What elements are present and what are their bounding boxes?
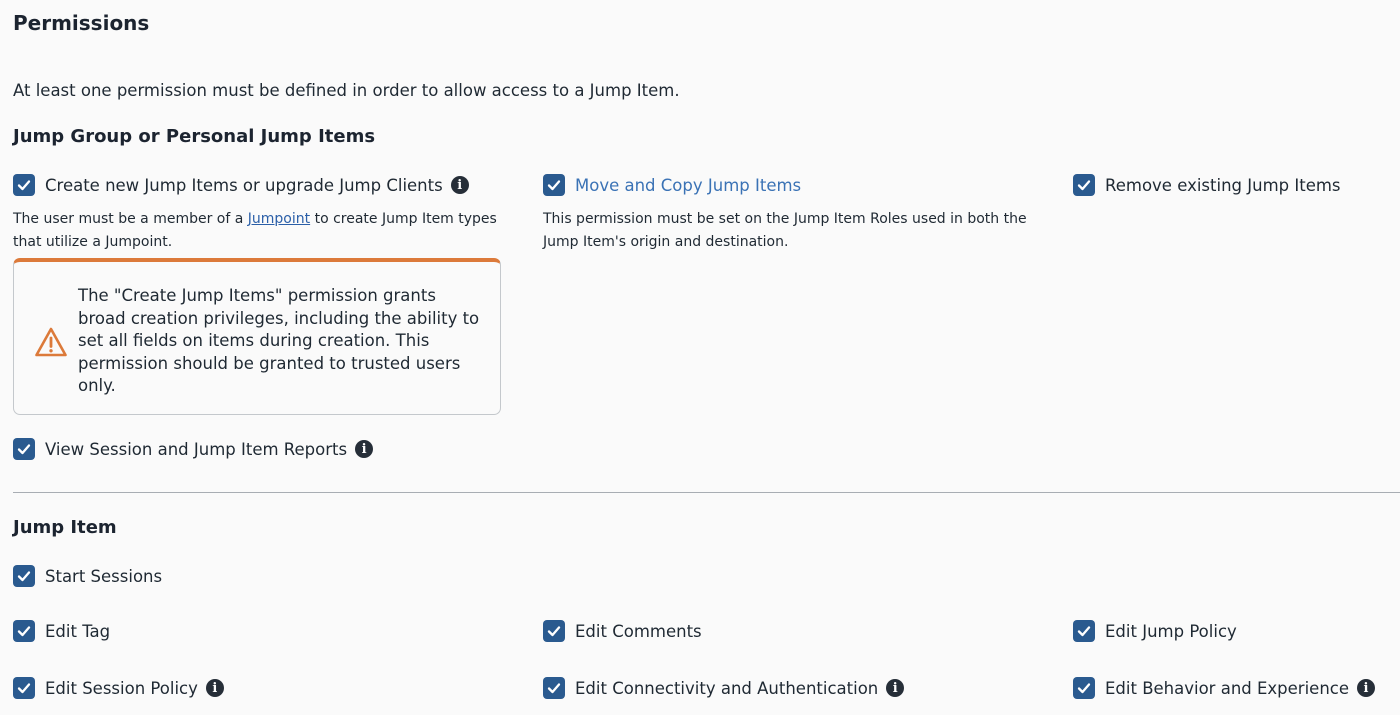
perm-edit-connectivity[interactable]: Edit Connectivity and Authentication i bbox=[543, 677, 905, 699]
checkbox-edit-comments[interactable] bbox=[543, 620, 565, 642]
perm-edit-session-policy-label: Edit Session Policy bbox=[45, 678, 198, 698]
perm-move-copy-label[interactable]: Move and Copy Jump Items bbox=[575, 176, 801, 195]
perm-view-reports-label: View Session and Jump Item Reports bbox=[45, 439, 348, 459]
page-title: Permissions bbox=[13, 11, 150, 35]
perm-remove-label: Remove existing Jump Items bbox=[1105, 175, 1341, 195]
perm-edit-comments-label: Edit Comments bbox=[575, 621, 702, 641]
perm-start-sessions[interactable]: Start Sessions bbox=[13, 565, 162, 587]
checkbox-start-sessions[interactable] bbox=[13, 565, 35, 587]
checkbox-edit-jump-policy[interactable] bbox=[1073, 620, 1095, 642]
checkbox-edit-behavior[interactable] bbox=[1073, 677, 1095, 699]
perm-create-jump-items[interactable]: Create new Jump Items or upgrade Jump Cl… bbox=[13, 174, 469, 196]
checkmark-icon bbox=[547, 626, 561, 637]
checkbox-edit-connectivity[interactable] bbox=[543, 677, 565, 699]
section-divider bbox=[13, 492, 1400, 493]
create-jump-items-warning: The "Create Jump Items" permission grant… bbox=[13, 258, 501, 415]
info-icon[interactable]: i bbox=[355, 440, 374, 458]
perm-remove-jump-items[interactable]: Remove existing Jump Items bbox=[1073, 174, 1341, 196]
perm-edit-jump-policy-label: Edit Jump Policy bbox=[1105, 621, 1237, 641]
section-heading-jump-item: Jump Item bbox=[13, 517, 117, 538]
info-icon[interactable]: i bbox=[205, 679, 224, 697]
perm-edit-behavior[interactable]: Edit Behavior and Experience i bbox=[1073, 677, 1376, 699]
perm-edit-jump-policy[interactable]: Edit Jump Policy bbox=[1073, 620, 1237, 642]
checkbox-remove[interactable] bbox=[1073, 174, 1095, 196]
section-heading-jump-group: Jump Group or Personal Jump Items bbox=[13, 126, 376, 147]
checkbox-view-reports[interactable] bbox=[13, 438, 35, 460]
perm-edit-comments[interactable]: Edit Comments bbox=[543, 620, 702, 642]
permissions-intro: At least one permission must be defined … bbox=[13, 81, 680, 100]
create-help-text: The user must be a member of a Jumpoint … bbox=[13, 211, 497, 250]
checkmark-icon bbox=[17, 571, 31, 582]
checkmark-icon bbox=[1077, 180, 1091, 191]
perm-start-sessions-label: Start Sessions bbox=[45, 566, 163, 586]
move-copy-help-text: This permission must be set on the Jump … bbox=[543, 211, 1027, 250]
checkbox-edit-tag[interactable] bbox=[13, 620, 35, 642]
perm-edit-tag[interactable]: Edit Tag bbox=[13, 620, 110, 642]
warning-text: The "Create Jump Items" permission grant… bbox=[78, 286, 480, 395]
checkmark-icon bbox=[17, 683, 31, 694]
checkmark-icon bbox=[17, 180, 31, 191]
checkmark-icon bbox=[547, 683, 561, 694]
checkmark-icon bbox=[547, 180, 561, 191]
info-icon[interactable]: i bbox=[450, 176, 469, 194]
perm-edit-session-policy[interactable]: Edit Session Policy i bbox=[13, 677, 224, 699]
perm-view-reports[interactable]: View Session and Jump Item Reports i bbox=[13, 438, 374, 460]
checkmark-icon bbox=[17, 444, 31, 455]
checkmark-icon bbox=[1077, 626, 1091, 637]
checkbox-edit-session-policy[interactable] bbox=[13, 677, 35, 699]
checkmark-icon bbox=[17, 626, 31, 637]
info-icon[interactable]: i bbox=[886, 679, 905, 697]
checkbox-move-copy[interactable] bbox=[543, 174, 565, 196]
jumpoint-link[interactable]: Jumpoint bbox=[248, 211, 310, 227]
info-icon[interactable]: i bbox=[1357, 679, 1376, 697]
perm-edit-behavior-label: Edit Behavior and Experience bbox=[1105, 678, 1350, 698]
perm-create-label: Create new Jump Items or upgrade Jump Cl… bbox=[45, 175, 443, 195]
perm-move-copy-jump-items[interactable]: Move and Copy Jump Items bbox=[543, 174, 801, 196]
checkbox-create-jump-items[interactable] bbox=[13, 174, 35, 196]
warning-triangle-icon bbox=[35, 327, 67, 357]
checkmark-icon bbox=[1077, 683, 1091, 694]
perm-edit-tag-label: Edit Tag bbox=[45, 621, 111, 641]
perm-edit-connectivity-label: Edit Connectivity and Authentication bbox=[575, 678, 879, 698]
